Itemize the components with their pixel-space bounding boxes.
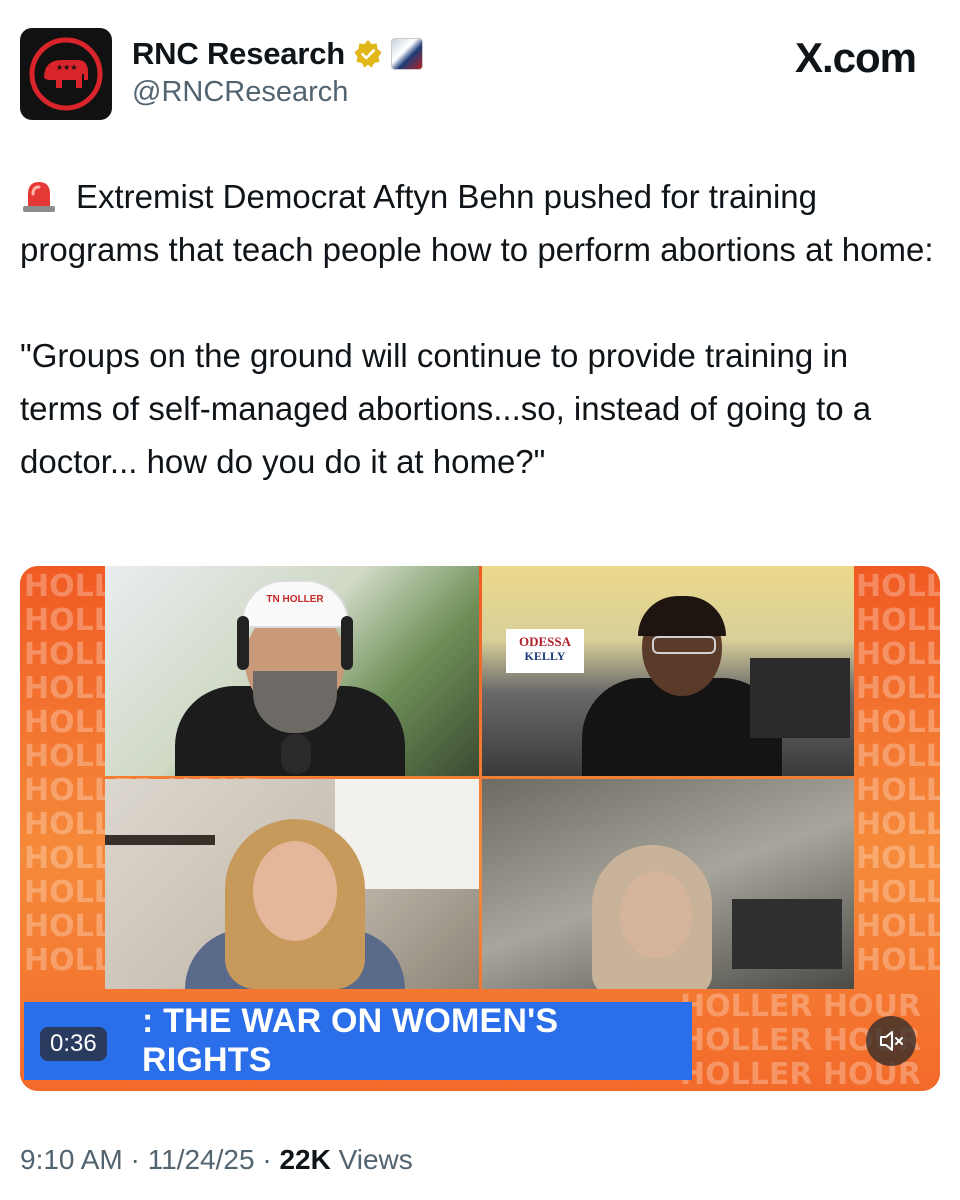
tweet-paragraph-1: Extremist Democrat Aftyn Behn pushed for… (20, 170, 935, 276)
video-tile-guest-1: ODESSA KELLY (482, 566, 854, 776)
elephant-logo-icon: ★★★ (29, 37, 103, 111)
separator: · (262, 1144, 272, 1175)
video-tile-guest-2 (105, 779, 479, 989)
views-label: Views (338, 1144, 413, 1175)
author-name-row[interactable]: RNC Research (132, 36, 423, 72)
video-tile-candidate (482, 779, 854, 989)
verified-gold-badge-icon (354, 40, 382, 68)
lower-third-banner: : THE WAR ON WOMEN'S RIGHTS (24, 1002, 692, 1080)
mute-button[interactable] (866, 1016, 916, 1066)
watermark-right: HOLLER HOURHOLLER HOURHOLLER HOUR HOLLER… (856, 569, 940, 978)
tweet-meta: 9:10 AM · 11/24/25 · 22K Views (20, 1144, 413, 1176)
video-player[interactable]: HOLLER HOURHOLLER HOURHOLLER HOUR HOLLER… (20, 566, 940, 1091)
avatar[interactable]: ★★★ (20, 28, 112, 120)
site-logo: X.com (794, 34, 917, 81)
svg-text:★★★: ★★★ (56, 63, 78, 72)
tweet-text-paragraph-2: "Groups on the ground will continue to p… (20, 337, 872, 480)
police-siren-icon (23, 182, 55, 212)
hat: TN HOLLER (241, 580, 349, 628)
speaker-muted-icon (880, 1031, 903, 1051)
separator: · (130, 1144, 140, 1175)
author-handle[interactable]: @RNCResearch (132, 76, 348, 109)
tweet-time[interactable]: 9:10 AM (20, 1144, 123, 1175)
campaign-sign: ODESSA KELLY (506, 629, 584, 673)
video-tile-host: TN HOLLER (105, 566, 479, 776)
banner-text: : THE WAR ON WOMEN'S RIGHTS (142, 1002, 559, 1079)
views-count: 22K (279, 1144, 331, 1175)
tweet-text-paragraph-1: Extremist Democrat Aftyn Behn pushed for… (20, 178, 934, 268)
tweet-date[interactable]: 11/24/25 (148, 1144, 255, 1175)
affiliate-photo-badge-icon[interactable] (390, 38, 423, 70)
tweet-body: Extremist Democrat Aftyn Behn pushed for… (20, 170, 935, 488)
hat-text: TN HOLLER (266, 594, 324, 605)
display-name[interactable]: RNC Research (132, 36, 345, 72)
video-duration: 0:36 (40, 1027, 107, 1061)
tweet-page: ★★★ RNC Research @RNCResearch X.com Extr… (0, 0, 960, 1200)
